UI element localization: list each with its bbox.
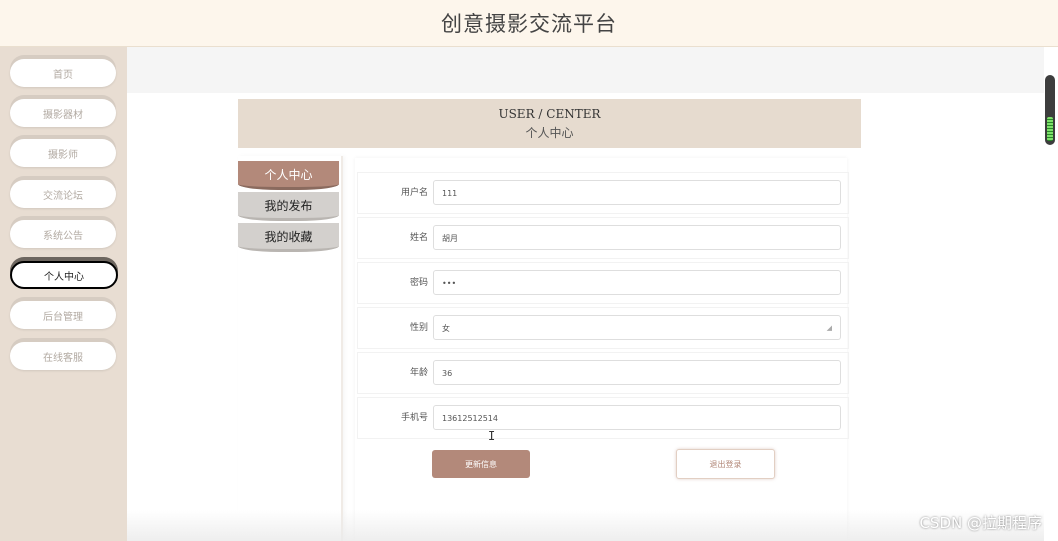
banner-english-title: USER / CENTER [498, 107, 601, 121]
form-row-age: 年龄 36 [357, 352, 849, 394]
sidebar-item-customer-service[interactable]: 在线客服 [10, 342, 116, 370]
profile-form: 用户名 111 姓名 胡月 密码 ••• 性别 女 ◢ 年龄 36 手机号 13… [355, 158, 849, 541]
scrollbar[interactable] [1044, 47, 1058, 541]
tab-my-favorites[interactable]: 我的收藏 [238, 223, 339, 252]
age-input[interactable]: 36 [433, 360, 841, 385]
top-header: 创意摄影交流平台 [0, 0, 1058, 47]
tab-user-center[interactable]: 个人中心 [238, 161, 339, 190]
gender-select[interactable]: 女 ◢ [433, 315, 841, 340]
name-label: 姓名 [409, 233, 428, 243]
sidebar-item-announcements[interactable]: 系统公告 [10, 220, 116, 248]
password-input[interactable]: ••• [433, 270, 841, 295]
username-input[interactable]: 111 [433, 180, 841, 205]
sidebar-item-photographers[interactable]: 摄影师 [10, 139, 116, 167]
phone-input[interactable]: 13612512514 [433, 405, 841, 430]
content-top-strip [127, 47, 1044, 93]
sidebar-item-equipment[interactable]: 摄影器材 [10, 99, 116, 127]
password-label: 密码 [409, 278, 428, 288]
tab-my-posts[interactable]: 我的发布 [238, 192, 339, 221]
sidebar: 首页 摄影器材 摄影师 交流论坛 系统公告 个人中心 后台管理 在线客服 [0, 47, 127, 541]
username-label: 用户名 [400, 188, 428, 198]
app-title: 创意摄影交流平台 [441, 12, 617, 36]
gender-label: 性别 [409, 323, 428, 333]
form-row-name: 姓名 胡月 [357, 217, 849, 259]
form-row-password: 密码 ••• [357, 262, 849, 304]
form-row-gender: 性别 女 ◢ [357, 307, 849, 349]
logout-button[interactable]: 退出登录 [676, 449, 775, 479]
watermark: CSDN @拉期程序 [919, 514, 1042, 532]
gender-value: 女 [442, 324, 450, 333]
scrollbar-thumb[interactable] [1045, 75, 1055, 145]
banner-chinese-title: 个人中心 [525, 126, 574, 140]
user-center-banner: USER / CENTER 个人中心 [238, 99, 861, 148]
select-caret-icon: ◢ [826, 324, 832, 332]
scrollbar-grip-icon [1047, 117, 1053, 141]
bottom-fade [127, 510, 1044, 541]
user-center-menu: 个人中心 我的发布 我的收藏 [238, 156, 343, 541]
update-info-button[interactable]: 更新信息 [432, 450, 530, 478]
text-cursor-icon: I [488, 429, 496, 443]
sidebar-item-user-center[interactable]: 个人中心 [10, 261, 118, 289]
sidebar-item-home[interactable]: 首页 [10, 59, 116, 87]
sidebar-item-forum[interactable]: 交流论坛 [10, 180, 116, 208]
sidebar-item-admin[interactable]: 后台管理 [10, 301, 116, 329]
form-row-username: 用户名 111 [357, 172, 849, 214]
form-row-phone: 手机号 13612512514 [357, 397, 849, 439]
age-label: 年龄 [409, 368, 428, 378]
phone-label: 手机号 [400, 413, 428, 423]
name-input[interactable]: 胡月 [433, 225, 841, 250]
